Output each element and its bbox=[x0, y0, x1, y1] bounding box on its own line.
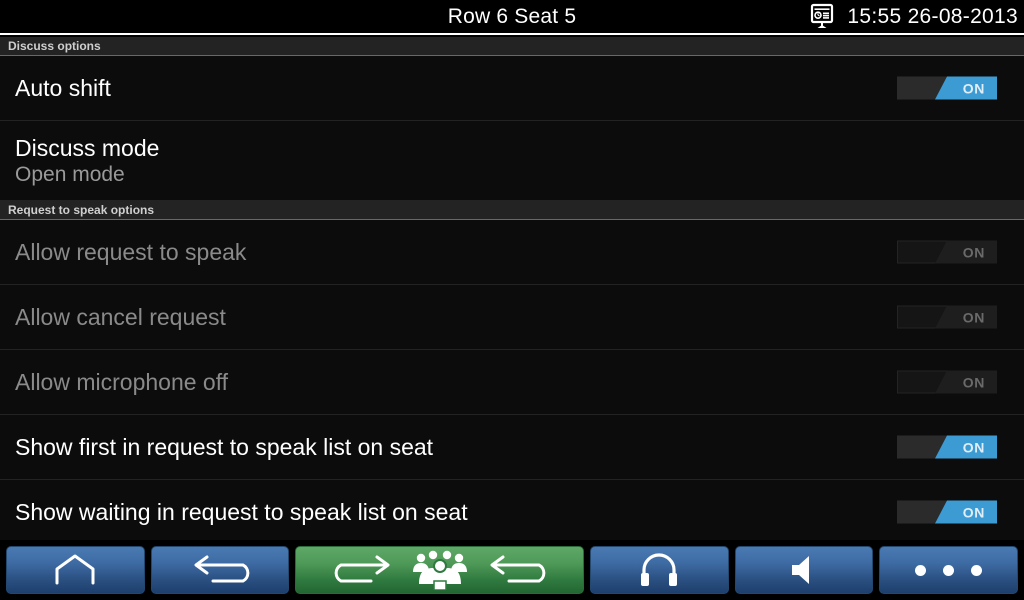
headphones-icon bbox=[639, 553, 679, 587]
back-arrow-icon bbox=[483, 553, 549, 587]
settings-row-title: Allow request to speak bbox=[15, 238, 247, 265]
toggle-label: ON bbox=[962, 80, 985, 96]
settings-row[interactable]: Auto shift ON bbox=[0, 56, 1024, 121]
status-area: 15:55 26-08-2013 bbox=[807, 0, 1018, 33]
settings-row[interactable]: Show first in request to speak list on s… bbox=[0, 415, 1024, 480]
settings-row-title: Show first in request to speak list on s… bbox=[15, 433, 434, 460]
home-icon bbox=[52, 553, 98, 587]
toggle-label: ON bbox=[962, 439, 985, 455]
clock-datetime: 15:55 26-08-2013 bbox=[847, 4, 1018, 28]
toggle-switch[interactable]: ON bbox=[897, 500, 997, 524]
toggle-switch[interactable]: ON bbox=[897, 370, 997, 394]
settings-row-subtitle: Open mode bbox=[15, 162, 125, 186]
overflow-dots-icon bbox=[915, 564, 983, 576]
settings-row-title: Auto shift bbox=[15, 74, 111, 101]
home-button[interactable] bbox=[6, 546, 145, 594]
back-arrow-icon bbox=[187, 553, 253, 587]
settings-row[interactable]: Allow cancel request ON bbox=[0, 285, 1024, 350]
toggle-label: ON bbox=[962, 309, 985, 325]
section-header: Discuss options bbox=[0, 37, 1024, 56]
back-button[interactable] bbox=[150, 546, 290, 594]
presentation-screen-icon bbox=[807, 2, 837, 32]
headphones-button[interactable] bbox=[590, 546, 729, 594]
settings-row-title: Allow microphone off bbox=[15, 368, 229, 395]
settings-row[interactable]: Allow microphone off ON bbox=[0, 350, 1024, 415]
toggle-switch[interactable]: ON bbox=[897, 435, 997, 459]
discussion-button[interactable] bbox=[295, 546, 585, 594]
toggle-switch[interactable]: ON bbox=[897, 76, 997, 100]
bottom-navigation-bar bbox=[0, 540, 1024, 600]
settings-row-title: Show waiting in request to speak list on… bbox=[15, 498, 468, 525]
toggle-label: ON bbox=[962, 374, 985, 390]
toggle-switch[interactable]: ON bbox=[897, 240, 997, 264]
title-bar: Row 6 Seat 5 15:55 26-08-2013 bbox=[0, 0, 1024, 35]
speaker-button[interactable] bbox=[734, 546, 874, 594]
settings-list[interactable]: Discuss options Auto shift ON Discuss mode O… bbox=[0, 37, 1024, 540]
toggle-label: ON bbox=[962, 244, 985, 260]
section-header: Request to speak options bbox=[0, 201, 1024, 220]
toggle-switch[interactable]: ON bbox=[897, 305, 997, 329]
settings-row-title: Discuss mode bbox=[15, 134, 160, 161]
settings-row[interactable]: Discuss mode Open mode bbox=[0, 121, 1024, 201]
settings-row[interactable]: Allow request to speak ON bbox=[0, 220, 1024, 285]
settings-row-title: Allow cancel request bbox=[15, 303, 226, 330]
toggle-label: ON bbox=[962, 504, 985, 520]
forward-arrow-icon bbox=[331, 553, 397, 587]
speaker-icon bbox=[785, 553, 823, 587]
discussion-group-icon bbox=[411, 550, 469, 590]
settings-row[interactable]: Show waiting in request to speak list on… bbox=[0, 480, 1024, 540]
more-button[interactable] bbox=[879, 546, 1019, 594]
